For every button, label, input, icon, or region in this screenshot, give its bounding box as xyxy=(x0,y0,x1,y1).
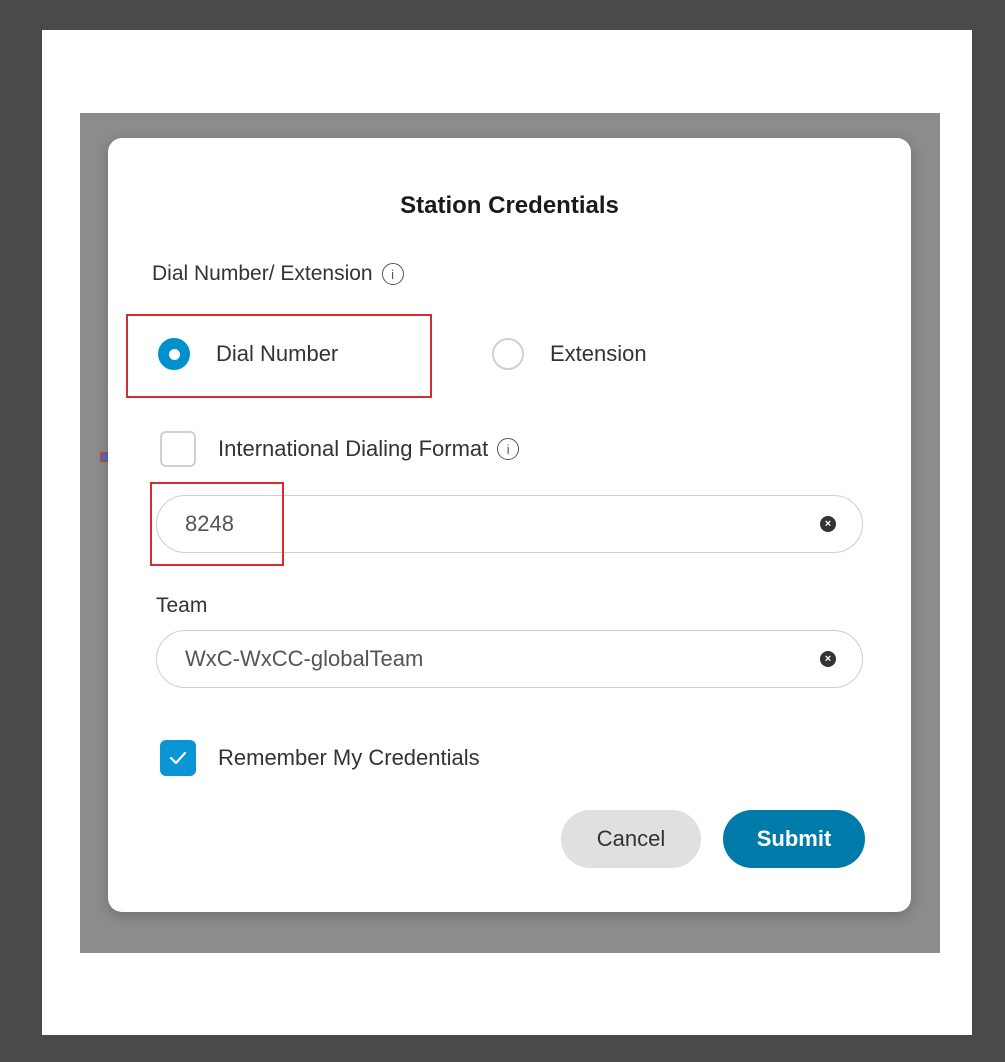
dial-number-value-highlight xyxy=(150,482,284,566)
info-icon[interactable]: i xyxy=(381,263,404,285)
team-value[interactable]: WxC-WxCC-globalTeam xyxy=(185,631,423,687)
radio-dial-number[interactable]: Dial Number xyxy=(158,338,338,370)
clear-icon[interactable]: × xyxy=(820,651,836,667)
international-format-checkbox[interactable] xyxy=(160,431,196,467)
info-icon[interactable]: i xyxy=(497,438,520,460)
radio-extension[interactable]: Extension xyxy=(492,338,647,370)
international-format-checkbox-row[interactable]: International Dialing Format i xyxy=(160,431,520,467)
team-input[interactable]: WxC-WxCC-globalTeam × xyxy=(156,630,863,688)
cancel-button[interactable]: Cancel xyxy=(561,810,701,868)
international-format-label: International Dialing Format xyxy=(218,436,489,461)
radio-dial-number-label: Dial Number xyxy=(216,341,339,366)
submit-button[interactable]: Submit xyxy=(723,810,865,868)
radio-checked-icon xyxy=(158,338,190,370)
dialog-title: Station Credentials xyxy=(400,192,619,219)
remember-credentials-label: Remember My Credentials xyxy=(218,745,480,770)
radio-extension-label: Extension xyxy=(550,341,647,366)
remember-credentials-row[interactable]: Remember My Credentials xyxy=(160,740,480,776)
remember-credentials-checkbox[interactable] xyxy=(160,740,196,776)
dial-section-label-text: Dial Number/ Extension xyxy=(152,262,373,285)
check-icon xyxy=(169,751,187,765)
team-label: Team xyxy=(156,594,208,617)
dial-section-label: Dial Number/ Extension i xyxy=(152,262,404,286)
radio-unchecked-icon xyxy=(492,338,524,370)
station-credentials-dialog: Station Credentials Dial Number/ Extensi… xyxy=(108,138,911,912)
clear-icon[interactable]: × xyxy=(820,516,836,532)
